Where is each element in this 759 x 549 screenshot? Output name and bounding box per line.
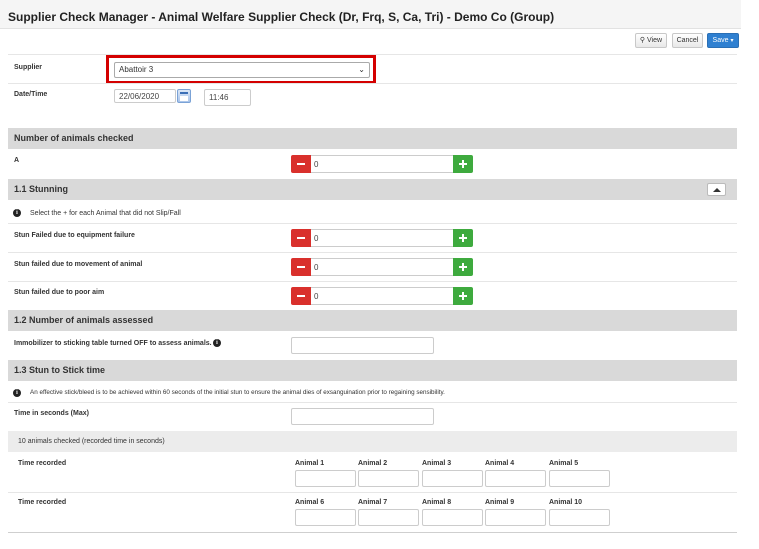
animal-label: Animal 8 [422, 499, 452, 506]
count-input[interactable]: 0 [311, 229, 453, 247]
supplier-label: Supplier [14, 64, 43, 71]
animal-time-input[interactable] [295, 509, 356, 526]
animal-time-input[interactable] [422, 509, 483, 526]
increment-button[interactable] [453, 258, 473, 276]
page-title: Supplier Check Manager - Animal Welfare … [8, 10, 555, 24]
collapse-button[interactable] [707, 183, 726, 196]
stunning-info-text: Select the + for each Animal that did no… [30, 210, 181, 217]
section-header-assessed: 1.2 Number of animals assessed [8, 310, 737, 331]
row-label-a: A [14, 157, 20, 164]
save-button[interactable]: Save ▾ [707, 33, 739, 48]
count-input[interactable]: 0 [311, 287, 453, 305]
animal-time-input[interactable] [422, 470, 483, 487]
animal-time-input[interactable] [358, 509, 419, 526]
stun-to-stick-info-text: An effective stick/bleed is to be achiev… [30, 389, 445, 396]
search-icon: ⚲ [639, 37, 646, 44]
animal-label: Animal 5 [549, 460, 579, 467]
section-header-animals-checked: Number of animals checked [8, 128, 737, 149]
calendar-icon[interactable] [177, 89, 191, 103]
subheader-animals-checked: 10 animals checked (recorded time in sec… [8, 431, 737, 452]
view-button[interactable]: ⚲ View [635, 33, 667, 48]
animal-time-input[interactable] [549, 470, 610, 487]
row-label-equipment-failure: Stun Failed due to equipment failure [14, 232, 135, 239]
animal-label: Animal 10 [549, 499, 583, 506]
section-header-stun-to-stick: 1.3 Stun to Stick time [8, 360, 737, 381]
caret-down-icon: ▾ [730, 38, 734, 44]
divider [8, 281, 737, 282]
row-label-movement: Stun failed due to movement of animal [14, 261, 143, 268]
animal-label: Animal 1 [295, 460, 325, 467]
time-recorded-label: Time recorded [18, 499, 67, 506]
animal-time-input[interactable] [295, 470, 356, 487]
count-input[interactable]: 0 [311, 258, 453, 276]
animal-time-input[interactable] [549, 509, 610, 526]
section-header-stunning: 1.1 Stunning [8, 179, 737, 200]
animal-time-input[interactable] [485, 470, 546, 487]
max-time-label: Time in seconds (Max) [14, 410, 89, 417]
decrement-button[interactable] [291, 287, 311, 305]
max-time-input[interactable] [291, 408, 434, 425]
animal-label: Animal 7 [358, 499, 388, 506]
decrement-button[interactable] [291, 155, 311, 173]
time-recorded-label: Time recorded [18, 460, 67, 467]
info-icon [13, 389, 21, 397]
time-input[interactable]: 11:46 [204, 89, 251, 106]
animal-label: Animal 2 [358, 460, 388, 467]
animal-time-input[interactable] [485, 509, 546, 526]
animal-label: Animal 9 [485, 499, 515, 506]
highlight-box [106, 55, 376, 84]
decrement-button[interactable] [291, 258, 311, 276]
count-input[interactable]: 0 [311, 155, 453, 173]
divider [8, 223, 737, 224]
divider [8, 83, 737, 84]
immobilizer-input[interactable] [291, 337, 434, 354]
decrement-button[interactable] [291, 229, 311, 247]
increment-button[interactable] [453, 229, 473, 247]
increment-button[interactable] [453, 155, 473, 173]
animal-label: Animal 3 [422, 460, 452, 467]
increment-button[interactable] [453, 287, 473, 305]
row-label-immobilizer: Immobilizer to sticking table turned OFF… [14, 340, 212, 347]
cancel-button[interactable]: Cancel [672, 33, 703, 48]
divider [8, 492, 737, 493]
info-icon[interactable] [213, 339, 221, 347]
row-label-poor-aim: Stun failed due to poor aim [14, 289, 105, 296]
datetime-label: Date/Time [14, 91, 48, 98]
divider [8, 402, 737, 403]
divider [8, 532, 737, 533]
animal-time-input[interactable] [358, 470, 419, 487]
animal-label: Animal 4 [485, 460, 515, 467]
date-input[interactable]: 22/06/2020 [114, 89, 176, 103]
animal-label: Animal 6 [295, 499, 325, 506]
info-icon [13, 209, 21, 217]
divider [8, 252, 737, 253]
